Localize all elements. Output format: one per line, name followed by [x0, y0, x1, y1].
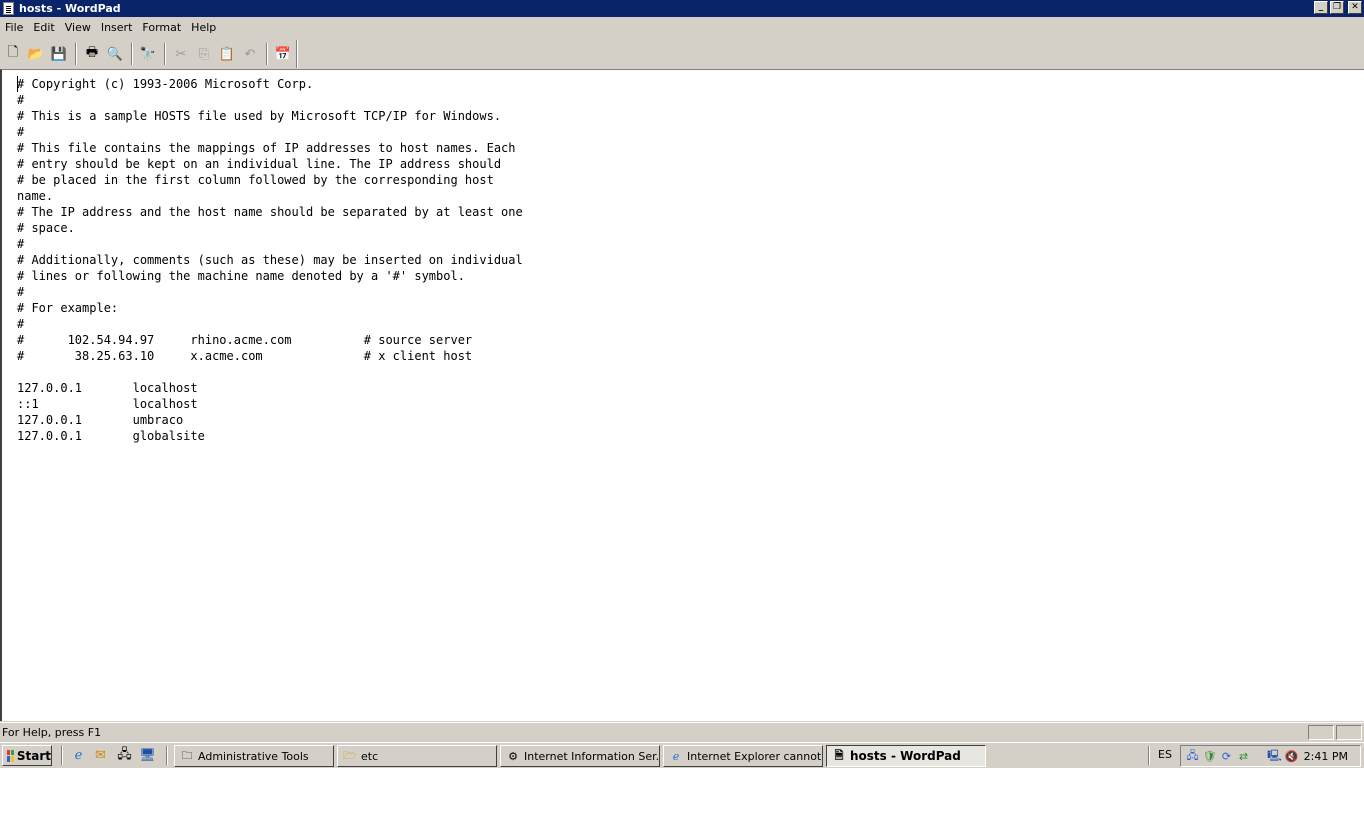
wordpad-document-icon[interactable]: [3, 2, 14, 15]
update-tray-icon[interactable]: ⟳: [1219, 749, 1234, 764]
toolbar-separator: [164, 43, 166, 65]
menu-edit[interactable]: Edit: [28, 21, 59, 34]
task-administrative-tools[interactable]: 🗀 Administrative Tools: [174, 745, 334, 767]
toolbar-end-separator: [296, 40, 298, 68]
start-label: Start: [16, 748, 51, 763]
menu-view[interactable]: View: [60, 21, 96, 34]
language-indicator[interactable]: ES: [1158, 748, 1172, 761]
show-desktop-icon[interactable]: 🖥: [139, 747, 156, 764]
toolbar-separator: [266, 43, 268, 65]
taskbar-separator: [1148, 746, 1150, 765]
new-document-icon[interactable]: 🗋: [2, 43, 24, 65]
folder-icon: 🗁: [343, 748, 357, 762]
cut-icon[interactable]: ✂: [170, 43, 192, 65]
internet-explorer-icon[interactable]: ℯ: [70, 747, 87, 764]
system-tray: 🖧 🛡 ⟳ ⇄ 🖳 🔇 2:41 PM: [1180, 745, 1361, 767]
toolbar-separator: [75, 43, 77, 65]
document-text[interactable]: # Copyright (c) 1993-2006 Microsoft Corp…: [17, 76, 523, 444]
network-tray-icon[interactable]: 🖧: [1185, 749, 1200, 764]
task-internet-explorer[interactable]: ℯ Internet Explorer cannot...: [663, 745, 823, 767]
paste-icon[interactable]: 📋: [216, 43, 238, 65]
task-label: etc: [361, 749, 379, 763]
insert-date-time-icon[interactable]: 📅: [272, 43, 294, 65]
task-label: hosts - WordPad: [850, 749, 961, 763]
menu-insert[interactable]: Insert: [96, 21, 138, 34]
menu-bar: File Edit View Insert Format Help: [0, 18, 221, 37]
status-pane: [1336, 725, 1362, 740]
windows-logo-icon: [7, 749, 14, 762]
standard-toolbar: 🗋 📂 💾 🖶 🔍 🔭 ✂ ⎘ 📋 ↶ 📅: [2, 40, 295, 68]
find-binoculars-icon[interactable]: 🔭: [137, 43, 159, 65]
undo-icon[interactable]: ↶: [239, 43, 261, 65]
minimize-button[interactable]: _: [1314, 1, 1328, 14]
task-label: Internet Information Ser...: [524, 749, 660, 763]
toolbar-separator: [131, 43, 133, 65]
folder-tools-icon: 🗀: [181, 748, 193, 762]
taskbar-separator: [166, 746, 168, 765]
close-button[interactable]: ✕: [1348, 1, 1362, 14]
volume-muted-tray-icon[interactable]: 🔇: [1284, 749, 1299, 764]
window-controls: _ ❐ ✕: [1312, 1, 1362, 14]
clock[interactable]: 2:41 PM: [1304, 750, 1348, 763]
outlook-icon[interactable]: ✉: [92, 747, 109, 764]
document-editor[interactable]: # Copyright (c) 1993-2006 Microsoft Corp…: [0, 69, 1364, 721]
copy-icon[interactable]: ⎘: [193, 43, 215, 65]
menu-help[interactable]: Help: [186, 21, 221, 34]
task-hosts-wordpad[interactable]: 🗎 hosts - WordPad: [826, 745, 986, 767]
status-pane: [1308, 725, 1334, 740]
open-folder-icon[interactable]: 📂: [25, 43, 47, 65]
task-iis-manager[interactable]: ⚙ Internet Information Ser...: [500, 745, 660, 767]
task-etc[interactable]: 🗁 etc: [337, 745, 497, 767]
text-caret: [17, 76, 18, 92]
security-tray-icon[interactable]: 🛡: [1202, 749, 1217, 764]
task-label: Internet Explorer cannot...: [687, 749, 823, 763]
start-button[interactable]: Start: [2, 745, 52, 766]
print-icon[interactable]: 🖶: [81, 43, 103, 65]
menu-format[interactable]: Format: [137, 21, 186, 34]
server-manager-icon[interactable]: 🖧: [116, 747, 133, 764]
restore-button[interactable]: ❐: [1330, 1, 1344, 14]
taskbar: Start ℯ ✉ 🖧 🖥 🗀 Administrative Tools 🗁 e…: [0, 742, 1364, 768]
wordpad-window: hosts - WordPad _ ❐ ✕ File Edit View Ins…: [0, 0, 1364, 742]
window-title: hosts - WordPad: [19, 2, 121, 15]
connections-tray-icon[interactable]: 🖳: [1267, 749, 1282, 764]
task-label: Administrative Tools: [198, 749, 309, 763]
save-icon[interactable]: 💾: [48, 43, 70, 65]
print-preview-icon[interactable]: 🔍: [104, 43, 126, 65]
title-bar[interactable]: hosts - WordPad _ ❐ ✕: [0, 0, 1364, 17]
taskbar-separator: [61, 746, 63, 765]
iis-manager-icon: ⚙: [508, 749, 518, 763]
internet-explorer-icon: ℯ: [672, 749, 680, 763]
sync-tray-icon[interactable]: ⇄: [1236, 749, 1251, 764]
status-help-text: For Help, press F1: [2, 725, 102, 739]
status-bar: For Help, press F1: [0, 722, 1364, 741]
wordpad-icon: 🗎: [834, 748, 844, 762]
menu-file[interactable]: File: [0, 21, 28, 34]
